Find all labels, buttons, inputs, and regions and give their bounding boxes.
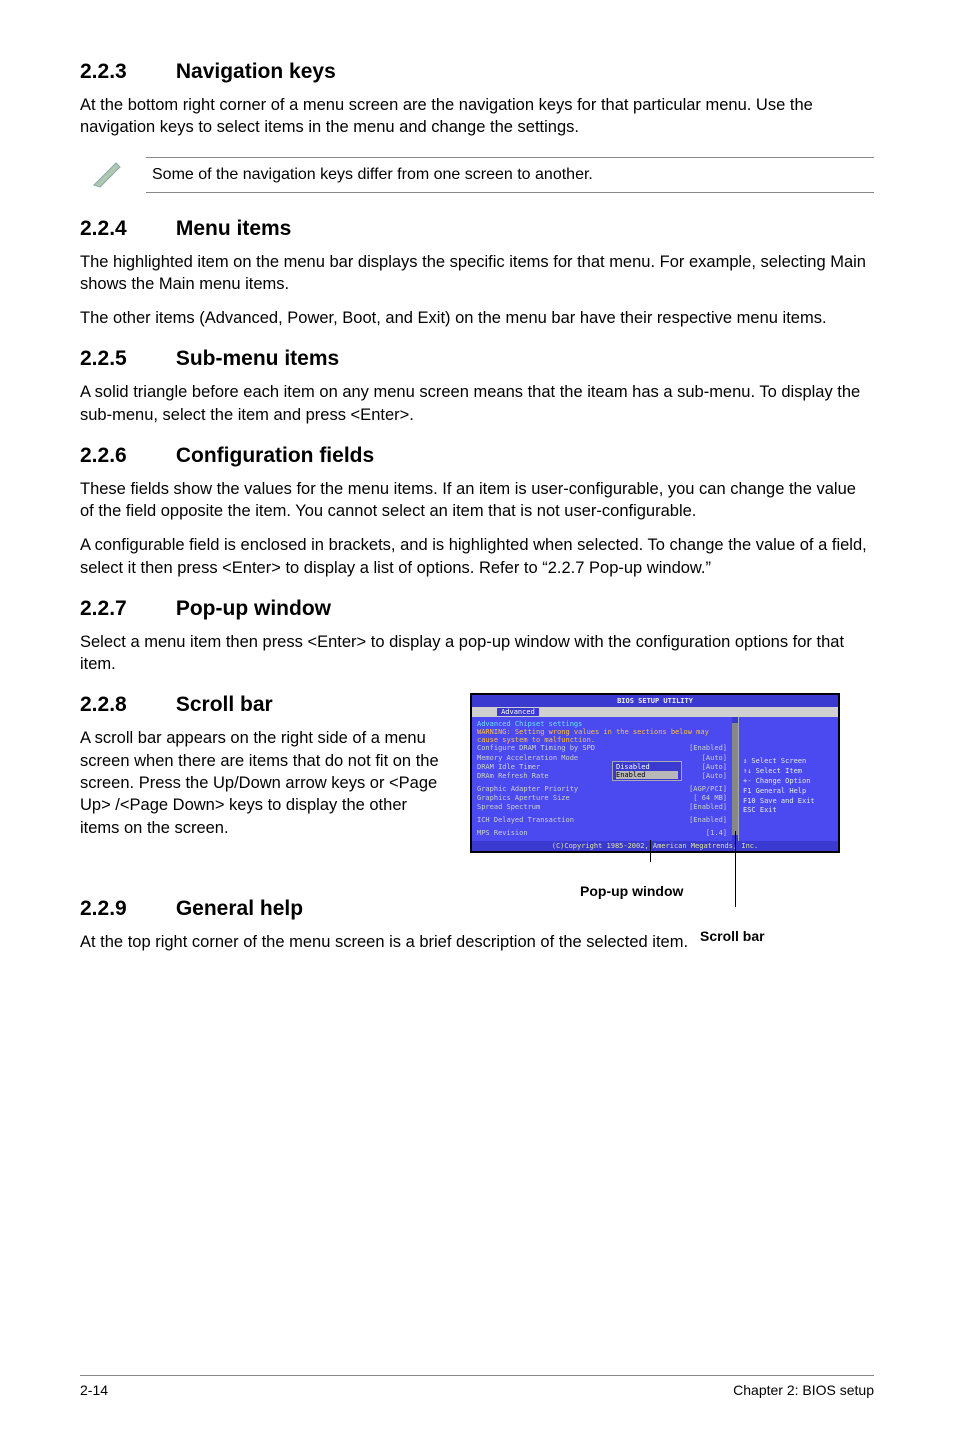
bios-setting-row: ICH Delayed Transaction[Enabled] [477,816,727,825]
heading-2-2-6: 2.2.6 Configuration fields [80,444,874,468]
paragraph: The highlighted item on the menu bar dis… [80,251,874,296]
paragraph: These fields show the values for the men… [80,478,874,523]
bios-copyright: (C)Copyright 1985-2002, American Megatre… [472,841,838,851]
heading-number: 2.2.6 [80,444,170,468]
heading-2-2-3: 2.2.3 Navigation keys [80,60,874,84]
heading-title: General help [176,897,303,920]
bios-subtitle: Advanced Chipset settings [477,720,727,728]
bios-setting-row: Configure DRAM Timing by SPD[Enabled] [477,744,727,753]
heading-title: Configuration fields [176,444,374,467]
heading-2-2-5: 2.2.5 Sub-menu items [80,347,874,371]
section-2-2-5: 2.2.5 Sub-menu items A solid triangle be… [80,347,874,426]
bios-title: BIOS SETUP UTILITY [472,695,838,707]
heading-title: Menu items [176,217,292,240]
chapter-title: Chapter 2: BIOS setup [733,1382,874,1398]
heading-2-2-8: 2.2.8 Scroll bar [80,693,450,717]
bios-setting-row: DRAm Refresh Rate[Auto] [477,772,727,781]
heading-2-2-4: 2.2.4 Menu items [80,217,874,241]
bios-popup-option-selected: Enabled [616,771,678,779]
bios-help-panel: ↕ Select Screen ↑↓ Select Item +- Change… [738,717,838,841]
bios-tabs: Advanced [472,707,838,717]
heading-number: 2.2.3 [80,60,170,84]
paragraph: At the bottom right corner of a menu scr… [80,94,874,139]
note-text: Some of the navigation keys differ from … [146,157,874,193]
note-box: Some of the navigation keys differ from … [80,151,874,199]
bios-setting-row: DRAM Idle Timer[Auto] [477,763,727,772]
bios-scrollbar [732,717,738,841]
section-2-2-7: 2.2.7 Pop-up window Select a menu item t… [80,597,874,676]
bios-setting-row: Spread Spectrum[Enabled] [477,803,727,812]
heading-number: 2.2.5 [80,347,170,371]
page-number: 2-14 [80,1382,108,1398]
bios-help-line: ↕ Select Screen [743,757,834,767]
pencil-icon [80,151,136,199]
heading-2-2-9: 2.2.9 General help [80,897,874,921]
bios-setting-row: Graphic Adapter Priority[AGP/PCI] [477,785,727,794]
bios-setting-row: Memory Acceleration Mode[Auto] [477,754,727,763]
bios-main-panel: Advanced Chipset settings WARNING: Setti… [472,717,732,841]
heading-number: 2.2.7 [80,597,170,621]
paragraph: The other items (Advanced, Power, Boot, … [80,307,874,329]
bios-setting-row: MPS Revision[1.4] [477,829,727,838]
heading-title: Scroll bar [176,693,273,716]
bios-help-line: ↑↓ Select Item [743,767,834,777]
heading-number: 2.2.4 [80,217,170,241]
heading-number: 2.2.8 [80,693,170,717]
callout-line [650,840,651,862]
bios-figure-container: BIOS SETUP UTILITY Advanced Advanced Chi… [470,693,874,853]
heading-title: Navigation keys [176,60,336,83]
bios-help-line: ESC Exit [743,806,834,816]
bios-warning: WARNING: Setting wrong values in the sec… [477,728,727,744]
callout-line [735,831,736,907]
bios-screenshot: BIOS SETUP UTILITY Advanced Advanced Chi… [470,693,840,853]
bios-popup: Disabled Enabled [612,761,682,781]
bios-setting-row: Graphics Aperture Size[ 64 MB] [477,794,727,803]
bios-help-line: F1 General Help [743,787,834,797]
paragraph: A configurable field is enclosed in brac… [80,534,874,579]
heading-number: 2.2.9 [80,897,170,921]
section-2-2-8: 2.2.8 Scroll bar A scroll bar appears on… [80,693,450,838]
bios-help-line: F10 Save and Exit [743,797,834,807]
section-2-2-4: 2.2.4 Menu items The highlighted item on… [80,217,874,330]
page-footer: 2-14 Chapter 2: BIOS setup [80,1375,874,1398]
paragraph: A scroll bar appears on the right side o… [80,727,450,838]
bios-help-line: +- Change Option [743,777,834,787]
heading-title: Pop-up window [176,597,331,620]
bios-tab-advanced: Advanced [497,708,539,716]
scroll-bar-label: Scroll bar [700,928,765,944]
bios-popup-option: Disabled [616,763,678,771]
paragraph: Select a menu item then press <Enter> to… [80,631,874,676]
section-2-2-9: 2.2.9 General help At the top right corn… [80,897,874,953]
section-2-2-3: 2.2.3 Navigation keys At the bottom righ… [80,60,874,199]
paragraph: A solid triangle before each item on any… [80,381,874,426]
section-2-2-8-row: 2.2.8 Scroll bar A scroll bar appears on… [80,693,874,856]
heading-2-2-7: 2.2.7 Pop-up window [80,597,874,621]
heading-title: Sub-menu items [176,347,339,370]
section-2-2-6: 2.2.6 Configuration fields These fields … [80,444,874,579]
popup-window-label: Pop-up window [580,883,683,899]
